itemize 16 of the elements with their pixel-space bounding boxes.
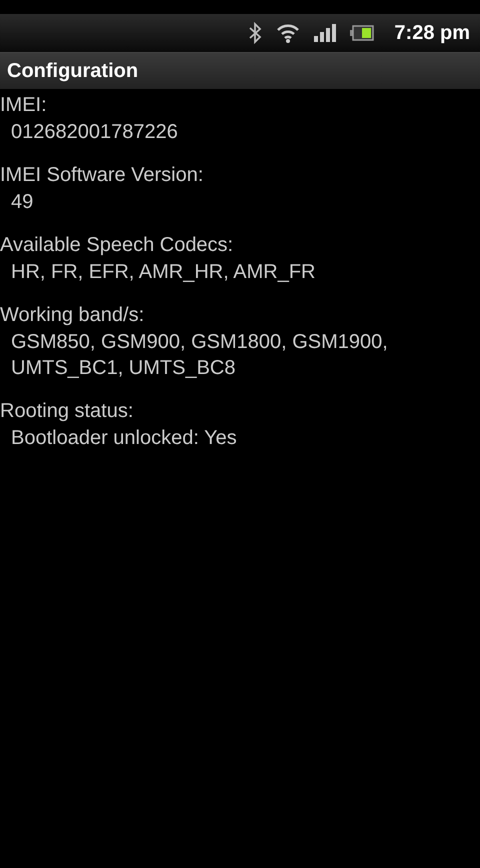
field-label: Rooting status: [0,399,134,424]
field-value: GSM850, GSM900, GSM1800, GSM1900, UMTS_BC1, UMTS_BC8 [10,330,389,381]
field-value: HR, FR, EFR, AMR_HR, AMR_FR [10,260,316,285]
battery-icon [350,25,374,41]
field-value: 012682001787226 [10,120,179,145]
clock-time: 7:28 pm [394,22,470,44]
screen-title: Configuration [7,60,138,82]
field-label: IMEI: [0,93,48,118]
field-value: Bootloader unlocked: Yes [10,426,238,451]
field-label: Working band/s: [0,303,146,328]
field-label: Available Speech Codecs: [0,233,234,258]
field-label: IMEI Software Version: [0,163,204,188]
bluetooth-icon [248,22,262,44]
wifi-icon [276,22,300,44]
field-value: 49 [10,190,34,215]
signal-icon [314,24,336,42]
